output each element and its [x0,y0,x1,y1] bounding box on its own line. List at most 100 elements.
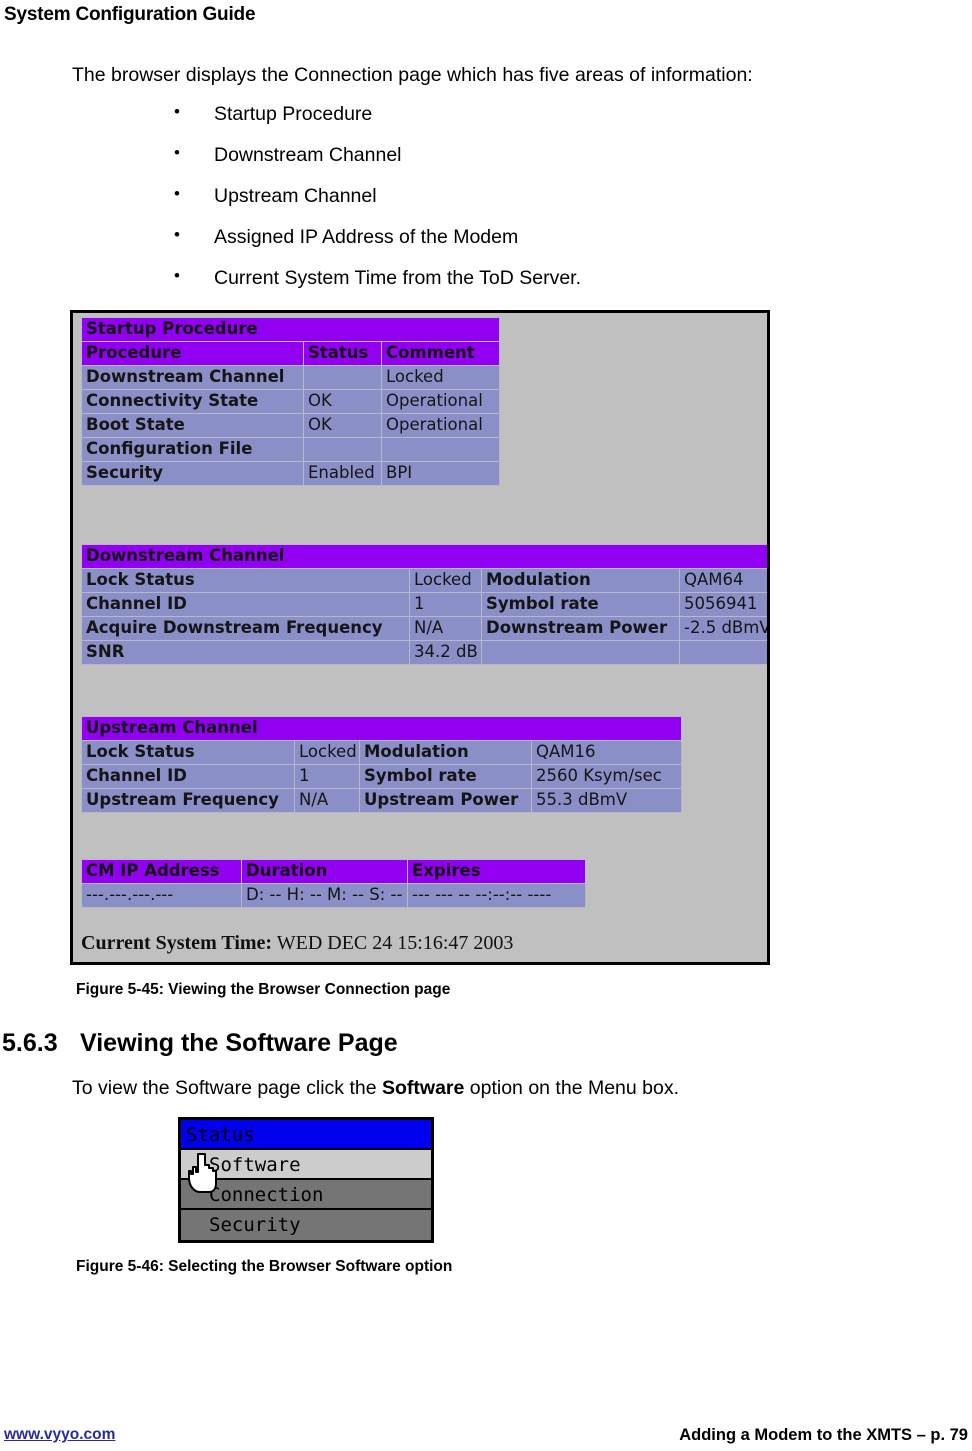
cell-procedure: Security [81,461,304,486]
cell-value-right: 55.3 dBmV [530,788,683,813]
section-paragraph: To view the Software page click the Soft… [72,1077,679,1100]
column-header-cm-ip-address: CM IP Address [81,859,242,884]
cell-label-left: Acquire Downstream Frequency [81,616,410,641]
upstream-channel-title: Upstream Channel [80,716,683,741]
list-item-label: Assigned IP Address of the Modem [214,226,519,248]
table-header-row: CM IP Address Duration Expires [81,859,586,884]
cell-status [303,437,382,462]
intro-paragraph: The browser displays the Connection page… [72,64,753,86]
menu-item-software[interactable]: Software [181,1150,431,1180]
cell-label-left: Lock Status [81,568,410,593]
table-row: Downstream Channel Locked [81,365,500,390]
cell-status [303,365,382,390]
table-row: Configuration File [81,437,500,462]
column-header-expires: Expires [407,859,586,884]
bullet-icon: • [174,184,180,203]
cell-label-right [481,640,680,665]
cell-value-right: -2.5 dBmV [678,616,767,641]
page-title: Viewing the Software Page [80,1029,398,1057]
table-row: Connectivity State OK Operational [81,389,500,414]
table-row: Security Enabled BPI [81,461,500,486]
table-section-header-row: Upstream Channel [80,716,683,741]
upstream-channel-table: Upstream Channel Lock Status Locked Modu… [80,716,683,813]
current-system-time: Current System Time: WED DEC 24 15:16:47… [81,932,513,955]
section-paragraph-after: option on the Menu box. [464,1077,680,1099]
bullet-icon: • [174,102,180,121]
list-item-label: Upstream Channel [214,185,377,207]
list-item-label: Current System Time from the ToD Server. [214,267,582,289]
cell-label-right: Symbol rate [359,764,532,789]
cell-status: OK [303,413,382,438]
bullet-icon: • [174,143,180,162]
section-paragraph-before: To view the Software page click the [72,1077,382,1099]
cell-comment: Operational [381,413,500,438]
cell-value-left: 34.2 dB [409,640,482,665]
startup-procedure-title: Startup Procedure [81,317,500,342]
cell-cm-ip-address: ---.---.---.--- [81,883,242,908]
cell-value-right [678,640,767,665]
startup-procedure-table: Startup Procedure Procedure Status Comme… [81,317,500,486]
cell-procedure: Downstream Channel [81,365,304,390]
page-header-title: System Configuration Guide [4,4,256,25]
footer-page-reference: Adding a Modem to the XMTS – p. 79 [679,1426,968,1444]
column-header-duration: Duration [241,859,408,884]
table-row: Boot State OK Operational [81,413,500,438]
table-header-row: Procedure Status Comment [81,341,500,366]
list-item: • Downstream Channel [170,144,581,185]
cell-label-right: Modulation [481,568,680,593]
table-row: Channel ID 1 Symbol rate 5056941 [81,592,767,617]
downstream-channel-title: Downstream Channel [80,544,767,569]
figure-45-caption: Figure 5-45: Viewing the Browser Connect… [76,981,451,998]
cell-label-left: Upstream Frequency [81,788,295,813]
table-section-header-row: Downstream Channel [80,544,767,569]
cell-status: Enabled [303,461,382,486]
menu-item-security[interactable]: Security [181,1210,431,1240]
cell-value-right: QAM16 [530,740,683,765]
column-header-comment: Comment [381,341,500,366]
cell-label-left: Lock Status [81,740,295,765]
cell-comment: Operational [381,389,500,414]
table-row: Upstream Frequency N/A Upstream Power 55… [81,788,683,813]
cell-label-left: SNR [81,640,410,665]
cell-label-right: Modulation [359,740,532,765]
current-system-time-label: Current System Time: [81,932,273,954]
section-heading: 5.6.3 Viewing the Software Page [2,1029,398,1058]
cell-label-right: Downstream Power [481,616,680,641]
cell-value-right: 2560 Ksym/sec [530,764,683,789]
list-item: • Upstream Channel [170,185,581,226]
table-row: Lock Status Locked Modulation QAM64 [81,568,767,593]
cell-duration: D: -- H: -- M: -- S: -- [241,883,408,908]
column-header-status: Status [303,341,382,366]
list-item: • Current System Time from the ToD Serve… [170,267,581,308]
list-item-label: Startup Procedure [214,103,373,125]
browser-connection-screenshot: Startup Procedure Procedure Status Comme… [70,310,770,965]
browser-menu-screenshot: Status Software Connection Security [178,1117,434,1243]
cell-value-left: Locked [409,568,482,593]
table-row: Acquire Downstream Frequency N/A Downstr… [81,616,767,641]
cell-label-left: Channel ID [81,592,410,617]
cell-label-right: Symbol rate [481,592,680,617]
table-row: ---.---.---.--- D: -- H: -- M: -- S: -- … [81,883,586,908]
cell-comment: Locked [381,365,500,390]
table-row: Channel ID 1 Symbol rate 2560 Ksym/sec [81,764,683,789]
cell-procedure: Configuration File [81,437,304,462]
cell-expires: --- --- -- --:--:-- ---- [407,883,586,908]
column-header-procedure: Procedure [81,341,304,366]
cell-value-right: QAM64 [678,568,767,593]
downstream-channel-table: Downstream Channel Lock Status Locked Mo… [80,544,767,665]
cell-value-left: 1 [294,764,360,789]
cell-value-right: 5056941 [678,592,767,617]
footer-website-link[interactable]: www.vyyo.com [4,1426,115,1444]
bullet-icon: • [174,225,180,244]
current-system-time-value: WED DEC 24 15:16:47 2003 [276,932,514,954]
cell-value-left: 1 [409,592,482,617]
bullet-icon: • [174,266,180,285]
cell-procedure: Boot State [81,413,304,438]
list-item-label: Downstream Channel [214,144,402,166]
cell-comment [381,437,500,462]
cell-value-left: Locked [294,740,360,765]
section-number: 5.6.3 [2,1029,58,1057]
section-paragraph-emphasis: Software [382,1077,465,1099]
menu-item-connection[interactable]: Connection [181,1180,431,1210]
list-item: • Startup Procedure [170,103,581,144]
